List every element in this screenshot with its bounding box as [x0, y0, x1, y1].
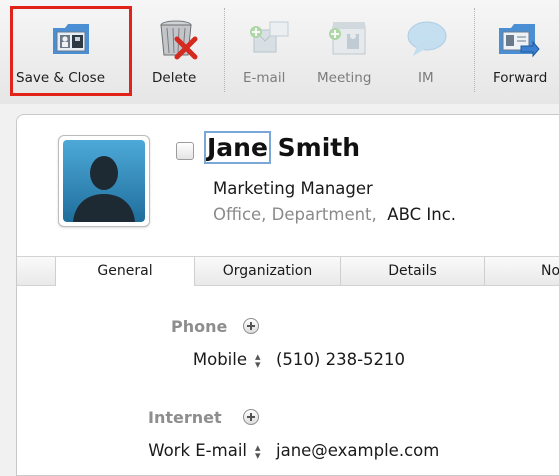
organization-line: Office, Department, ABC Inc. — [213, 205, 457, 224]
internet-section-label: Internet — [148, 408, 222, 427]
chat-bubble-icon — [407, 21, 447, 56]
add-internet-plus-icon[interactable] — [243, 409, 259, 425]
forward-icon — [499, 24, 540, 58]
tab-details[interactable]: Details — [341, 257, 485, 285]
work-email-value[interactable]: jane@example.com — [276, 441, 439, 460]
email-type-label[interactable]: Work E-mail — [148, 441, 247, 460]
im-label: IM — [418, 70, 434, 86]
tab-general[interactable]: General — [55, 257, 195, 286]
meeting-label: Meeting — [317, 70, 372, 86]
save-close-highlight — [10, 6, 132, 96]
first-name-field[interactable]: Jane — [204, 131, 271, 164]
delete-label: Delete — [152, 70, 197, 86]
toolbar-separator — [474, 8, 475, 92]
last-name-field[interactable]: Smith — [278, 133, 360, 162]
email-type-stepper-icon[interactable]: ▴ ▾ — [255, 442, 261, 461]
contact-card: Jane Smith Marketing Manager Office, Dep… — [16, 114, 559, 476]
contact-name: Jane Smith — [204, 131, 360, 164]
toolbar: Save & Close Delete E-mail Meeting IM Fo… — [0, 0, 559, 104]
mobile-phone-value[interactable]: (510) 238-5210 — [276, 350, 405, 369]
delete-trash-icon — [160, 20, 198, 60]
person-silhouette-icon — [73, 156, 135, 222]
phone-type-stepper-icon[interactable]: ▴ ▾ — [255, 351, 261, 370]
tab-notes[interactable]: Not — [485, 257, 559, 285]
forward-label: Forward — [493, 70, 548, 86]
phone-type-label[interactable]: Mobile — [193, 350, 247, 369]
department-field[interactable]: Department — [272, 205, 372, 224]
meeting-calendar-icon — [329, 22, 366, 55]
phone-section-label: Phone — [171, 317, 228, 336]
office-field[interactable]: Office — [213, 205, 261, 224]
tab-organization[interactable]: Organization — [195, 257, 341, 285]
email-label: E-mail — [243, 70, 286, 86]
toolbar-separator — [224, 8, 225, 92]
email-icon — [250, 21, 289, 53]
job-title[interactable]: Marketing Manager — [213, 179, 373, 198]
email-button[interactable]: E-mail — [234, 0, 306, 96]
meeting-button[interactable]: Meeting — [310, 0, 386, 96]
add-phone-plus-icon[interactable] — [243, 318, 259, 334]
avatar[interactable] — [58, 135, 150, 227]
contact-select-checkbox[interactable] — [176, 142, 194, 160]
forward-button[interactable]: Forward — [483, 0, 559, 96]
im-button[interactable]: IM — [394, 0, 460, 96]
delete-button[interactable]: Delete — [142, 0, 212, 96]
tab-bar: General Organization Details Not — [17, 256, 559, 286]
company-field[interactable]: ABC Inc. — [387, 205, 456, 224]
